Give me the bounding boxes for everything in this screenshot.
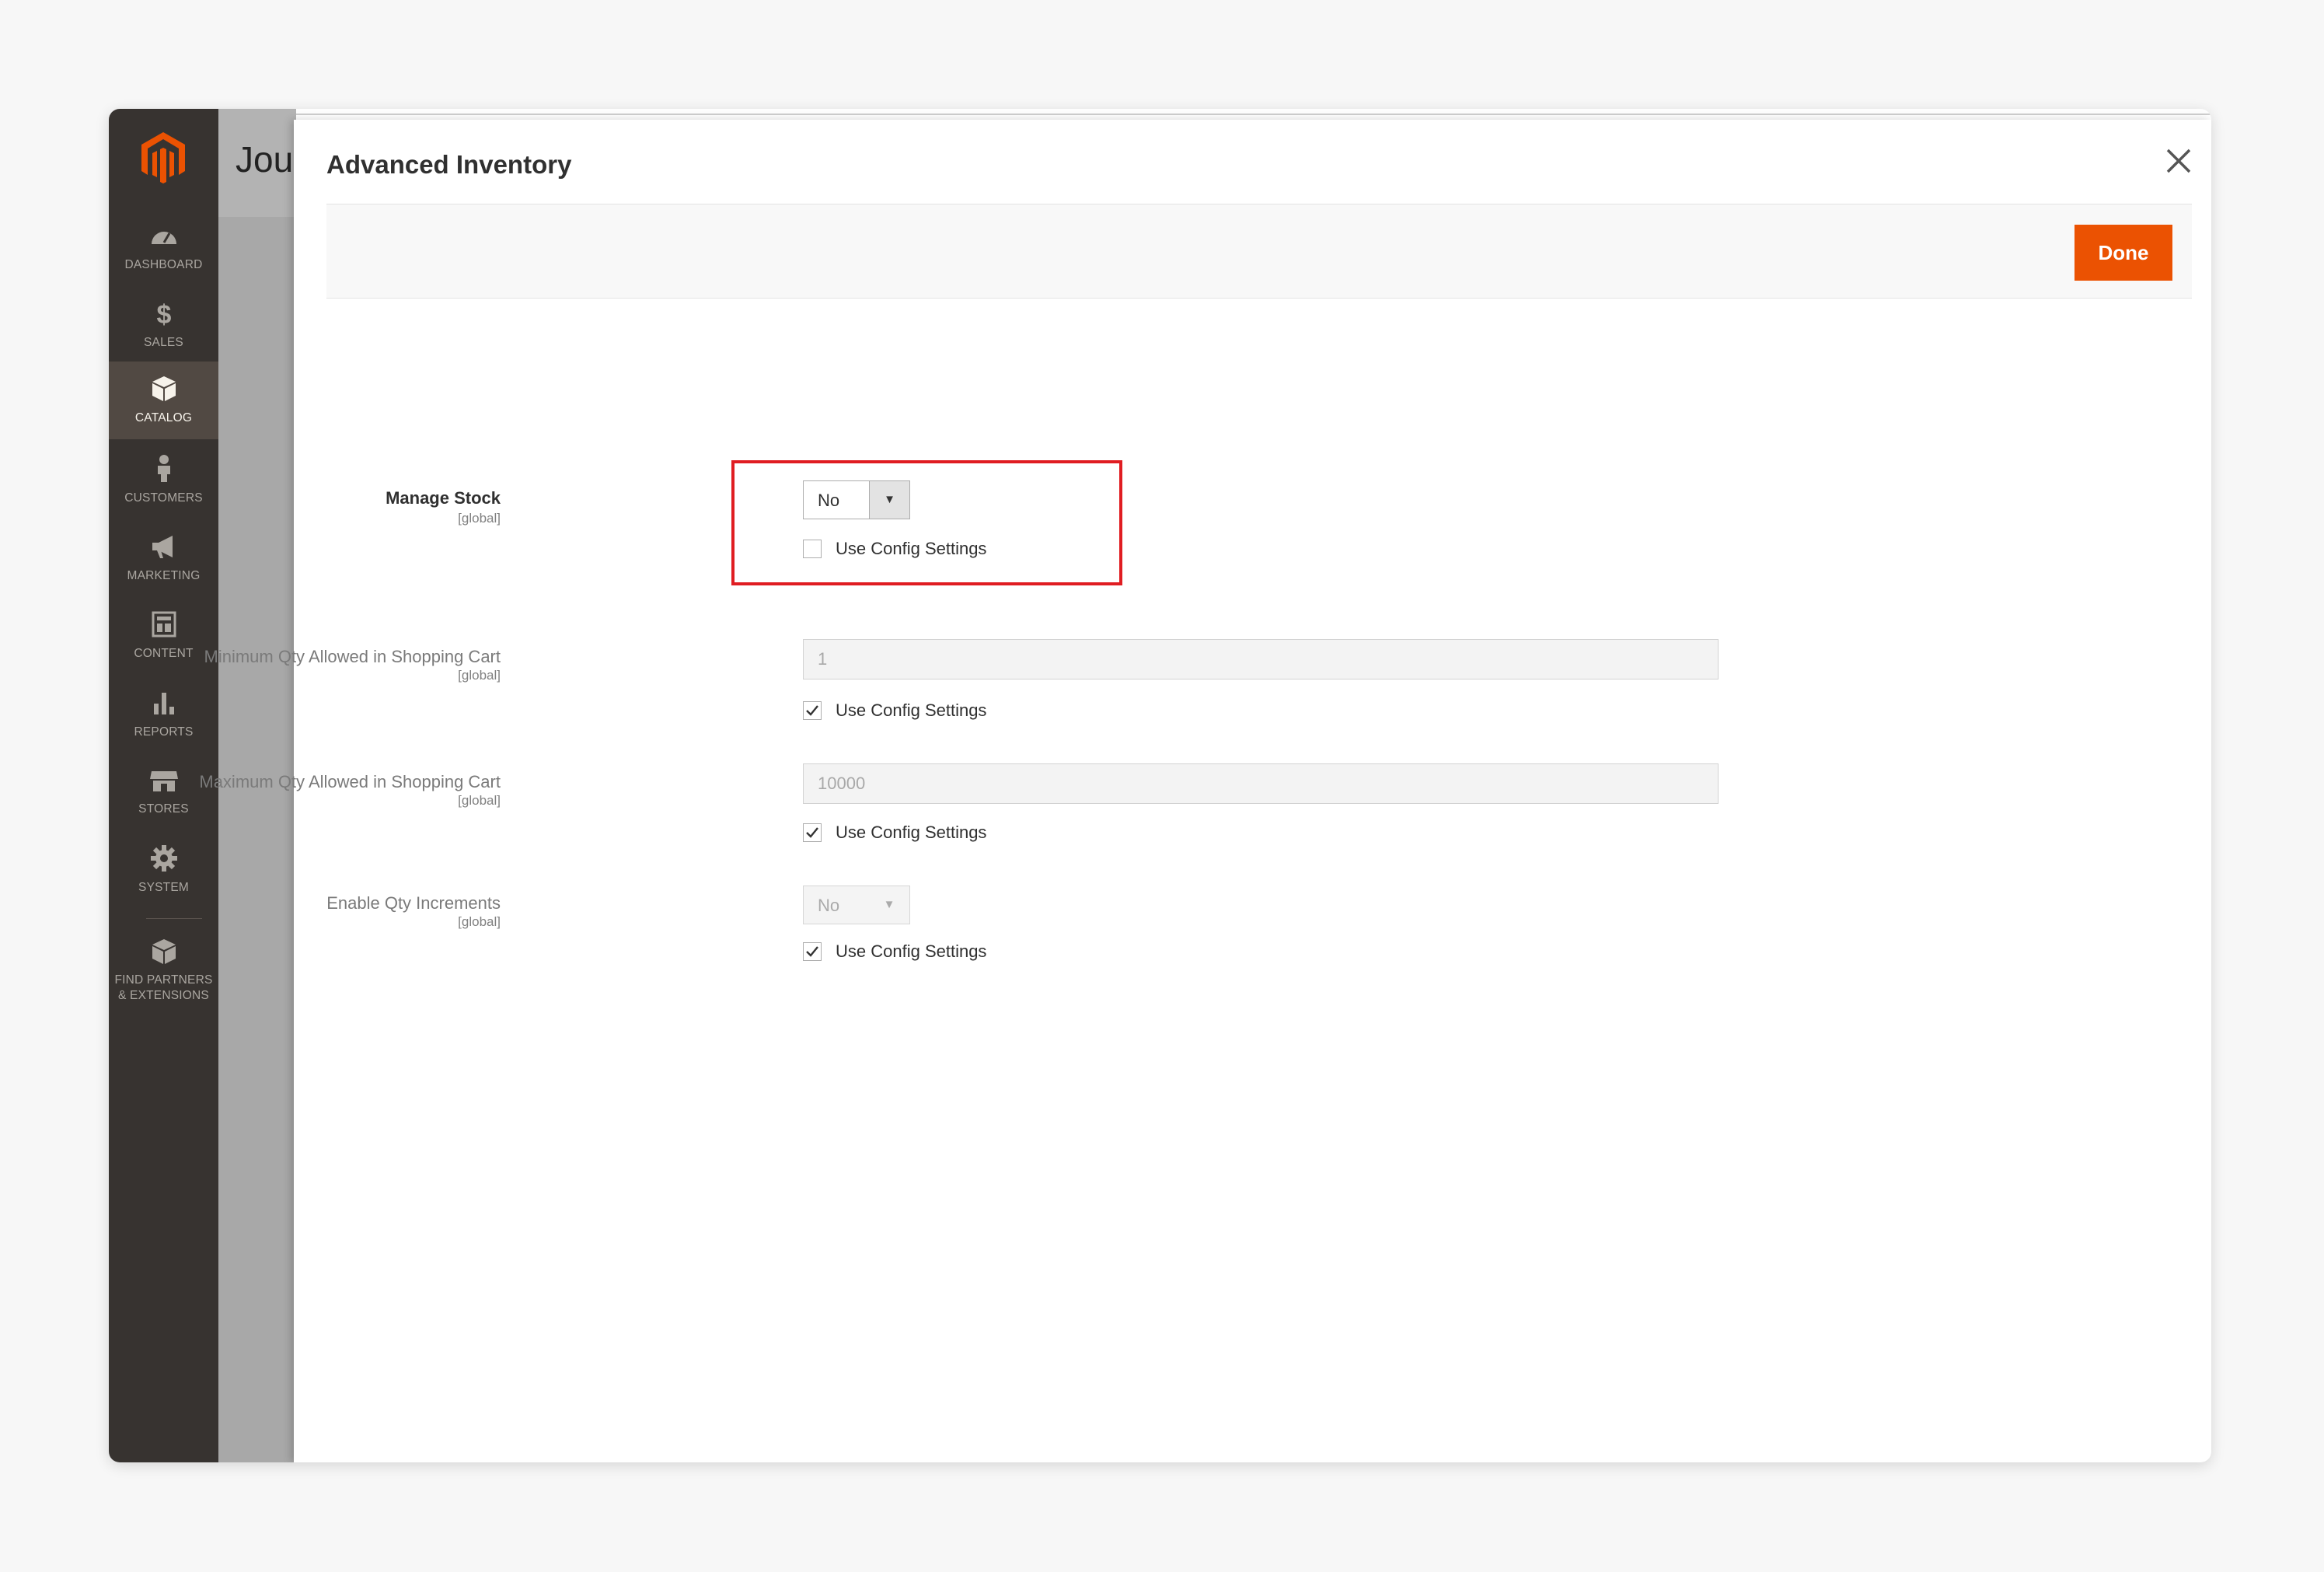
max-qty-scope: [global] <box>458 793 501 808</box>
checkbox-checked[interactable] <box>803 823 822 842</box>
chevron-down-icon: ▼ <box>869 886 909 924</box>
megaphone-icon <box>152 536 173 558</box>
gear-icon <box>150 845 177 872</box>
cube-icon <box>152 376 176 401</box>
min-qty-scope: [global] <box>458 668 501 683</box>
checkmark-icon <box>806 946 818 957</box>
sidebar-item-label: DASHBOARD <box>124 258 203 271</box>
modal-action-bar: Done <box>326 204 2192 299</box>
sidebar-item-label: SALES <box>144 336 183 349</box>
checkmark-icon <box>806 705 818 716</box>
use-config-label: Use Config Settings <box>836 823 987 842</box>
browser-frame: DASHBOARD $ SALES CATALOG CUSTOMERS MARK… <box>109 109 2211 1462</box>
min-qty-label: Minimum Qty Allowed in Shopping Cart <box>204 647 501 666</box>
sidebar-item-catalog[interactable]: CATALOG <box>109 362 218 439</box>
storefront-icon <box>149 771 178 791</box>
checkmark-icon <box>806 827 818 838</box>
sidebar-item-label: STORES <box>138 802 189 816</box>
page-title: Jou <box>236 139 294 180</box>
svg-text:$: $ <box>156 300 171 330</box>
qty-increments-scope: [global] <box>458 914 501 929</box>
use-config-label: Use Config Settings <box>836 941 987 961</box>
dashboard-icon <box>151 232 176 244</box>
sidebar-item-dashboard[interactable]: DASHBOARD <box>109 208 218 286</box>
layout-icon <box>152 611 176 638</box>
sidebar-item-label: CONTENT <box>134 647 194 660</box>
close-icon[interactable] <box>2163 145 2194 176</box>
sidebar-item-find-partners[interactable]: FIND PARTNERS & EXTENSIONS <box>109 924 218 1018</box>
qty-increments-label: Enable Qty Increments <box>326 893 501 913</box>
dollar-icon: $ <box>156 300 171 330</box>
sidebar-item-label: CUSTOMERS <box>124 491 203 505</box>
box-icon <box>152 939 176 964</box>
top-strip <box>237 109 2211 115</box>
person-icon <box>157 455 170 482</box>
manage-stock-scope: [global] <box>458 511 501 526</box>
sidebar-item-label: MARKETING <box>127 569 201 582</box>
sidebar-item-content[interactable]: CONTENT <box>109 597 218 675</box>
max-qty-label: Maximum Qty Allowed in Shopping Cart <box>199 772 501 791</box>
checkbox-checked[interactable] <box>803 942 822 961</box>
manage-stock-label: Manage Stock <box>386 488 501 508</box>
done-button[interactable]: Done <box>2075 225 2172 281</box>
qty-increments-value: No <box>818 896 840 915</box>
sidebar-item-label: CATALOG <box>134 411 193 424</box>
magento-logo-icon[interactable] <box>138 131 188 185</box>
sidebar-item-sales[interactable]: $ SALES <box>109 286 218 364</box>
sidebar-item-marketing[interactable]: MARKETING <box>109 519 218 597</box>
use-config-label: Use Config Settings <box>836 700 987 720</box>
bar-chart-icon <box>153 693 174 714</box>
checkbox-checked[interactable] <box>803 701 822 720</box>
qty-increments-select[interactable]: No ▼ <box>803 886 910 924</box>
manage-stock-highlight <box>731 460 1122 585</box>
sidebar-item-label: FIND PARTNERS & EXTENSIONS <box>114 973 213 1002</box>
modal-title: Advanced Inventory <box>326 150 572 179</box>
max-qty-input[interactable] <box>803 763 1719 804</box>
sidebar-item-label: SYSTEM <box>138 881 189 894</box>
advanced-inventory-modal: Advanced Inventory Done Manage Stock [gl… <box>199 120 2211 1462</box>
sidebar-divider <box>146 918 202 919</box>
sidebar-item-system[interactable]: SYSTEM <box>109 831 218 909</box>
page-header: Jou <box>218 109 296 217</box>
min-qty-input[interactable] <box>803 639 1719 679</box>
sidebar-item-label: REPORTS <box>134 725 194 739</box>
sidebar-item-reports[interactable]: REPORTS <box>109 676 218 753</box>
sidebar-item-customers[interactable]: CUSTOMERS <box>109 442 218 519</box>
